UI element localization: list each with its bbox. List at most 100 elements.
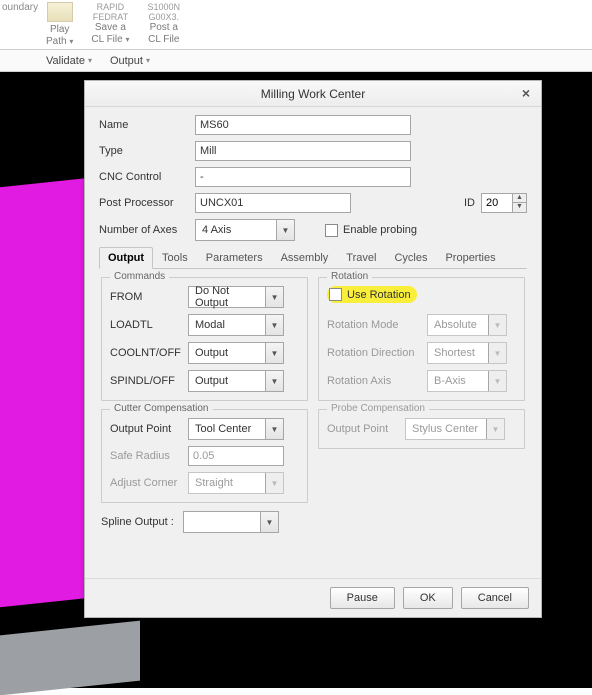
probe-output-point-value: Stylus Center (412, 423, 478, 435)
chevron-down-icon: ▼ (260, 512, 278, 532)
coolnt-combo[interactable]: Output ▼ (188, 342, 284, 364)
loadtl-value: Modal (195, 319, 225, 331)
chevron-down-icon: ▼ (488, 371, 506, 391)
rotation-direction-label: Rotation Direction (327, 347, 427, 359)
ribbon-label: Save aCL File ▾ (91, 22, 129, 46)
from-label: FROM (110, 291, 188, 303)
axes-combo[interactable]: 4 Axis ▼ (195, 219, 295, 241)
highlight-annotation: Use Rotation (327, 286, 417, 303)
adjust-corner-label: Adjust Corner (110, 477, 188, 489)
model-geometry (0, 621, 140, 695)
loadtl-combo[interactable]: Modal ▼ (188, 314, 284, 336)
rotation-mode-combo: Absolute ▼ (427, 314, 507, 336)
id-spinner[interactable]: ▲ ▼ (481, 193, 527, 213)
rotation-direction-value: Shortest (434, 347, 475, 359)
ribbon-play-path[interactable]: PlayPath ▾ (46, 2, 73, 49)
play-path-icon (47, 2, 73, 22)
menu-validate[interactable]: Validate▾ (46, 55, 92, 67)
post-processor-input[interactable] (195, 193, 351, 213)
dialog-button-bar: Pause OK Cancel (85, 578, 541, 617)
loadtl-label: LOADTL (110, 319, 188, 331)
ribbon-label: PlayPath ▾ (46, 24, 73, 48)
spline-output-combo[interactable]: ▼ (183, 511, 279, 533)
tab-tools[interactable]: Tools (153, 247, 197, 268)
output-point-label: Output Point (110, 423, 188, 435)
tab-strip: Output Tools Parameters Assembly Travel … (99, 247, 527, 269)
tab-output[interactable]: Output (99, 247, 153, 269)
name-label: Name (99, 119, 195, 131)
coolnt-value: Output (195, 347, 228, 359)
dialog-body: Name Type CNC Control Post Processor ID … (85, 107, 541, 578)
chevron-down-icon: ▼ (276, 220, 294, 240)
tab-output-pane: Commands FROM Do Not Output ▼ LOADTL Mod (99, 269, 527, 541)
output-point-combo[interactable]: Tool Center ▼ (188, 418, 284, 440)
ribbon-post-cl-file[interactable]: S1000NG00X3. Post aCL File (147, 2, 180, 49)
chevron-down-icon: ▼ (486, 419, 504, 439)
menu-output[interactable]: Output▾ (110, 55, 150, 67)
checkbox-icon (329, 288, 342, 301)
chevron-down-icon: ▼ (265, 343, 283, 363)
ribbon-save-cl-file[interactable]: RAPIDFEDRAT Save aCL File ▾ (91, 2, 129, 49)
chevron-down-icon: ▼ (265, 419, 283, 439)
chevron-down-icon: ▾ (146, 56, 150, 65)
spin-up-icon[interactable]: ▲ (513, 194, 526, 203)
rotation-mode-value: Absolute (434, 319, 477, 331)
chevron-down-icon: ▼ (265, 315, 283, 335)
tab-assembly[interactable]: Assembly (272, 247, 338, 268)
use-rotation-checkbox[interactable]: Use Rotation (329, 288, 411, 301)
rotation-direction-combo: Shortest ▼ (427, 342, 507, 364)
cutter-comp-fieldset: Cutter Compensation Output Point Tool Ce… (101, 409, 308, 503)
ok-button[interactable]: OK (403, 587, 453, 609)
use-rotation-label: Use Rotation (347, 289, 411, 301)
spline-output-label: Spline Output : (101, 516, 183, 528)
chevron-down-icon: ▼ (265, 473, 283, 493)
coolnt-label: COOLNT/OFF (110, 347, 188, 359)
spin-down-icon[interactable]: ▼ (513, 203, 526, 212)
safe-radius-label: Safe Radius (110, 450, 188, 462)
spindl-combo[interactable]: Output ▼ (188, 370, 284, 392)
ribbon: oundary PlayPath ▾ RAPIDFEDRAT Save aCL … (0, 0, 592, 50)
checkbox-icon (325, 224, 338, 237)
probe-output-point-label: Output Point (327, 423, 405, 435)
chevron-down-icon: ▼ (265, 287, 283, 307)
name-input[interactable] (195, 115, 411, 135)
enable-probing-checkbox[interactable]: Enable probing (325, 224, 417, 237)
probe-comp-fieldset: Probe Compensation Output Point Stylus C… (318, 409, 525, 449)
from-combo[interactable]: Do Not Output ▼ (188, 286, 284, 308)
ribbon-label: Post aCL File (148, 22, 179, 46)
post-processor-label: Post Processor (99, 197, 195, 209)
probe-output-point-combo: Stylus Center ▼ (405, 418, 505, 440)
cnc-control-label: CNC Control (99, 171, 195, 183)
adjust-corner-combo: Straight ▼ (188, 472, 284, 494)
id-label: ID (464, 197, 475, 209)
ribbon-caption: RAPIDFEDRAT (93, 2, 128, 22)
rotation-mode-label: Rotation Mode (327, 319, 427, 331)
spindl-label: SPINDL/OFF (110, 375, 188, 387)
tab-travel[interactable]: Travel (337, 247, 385, 268)
adjust-corner-value: Straight (195, 477, 233, 489)
tab-cycles[interactable]: Cycles (385, 247, 436, 268)
rotation-axis-combo: B-Axis ▼ (427, 370, 507, 392)
close-button[interactable]: × (517, 85, 535, 101)
axes-value: 4 Axis (202, 224, 231, 236)
axes-label: Number of Axes (99, 224, 195, 236)
tab-parameters[interactable]: Parameters (197, 247, 272, 268)
dialog-titlebar: Milling Work Center × (85, 81, 541, 107)
type-label: Type (99, 145, 195, 157)
pause-button[interactable]: Pause (330, 587, 395, 609)
probe-comp-legend: Probe Compensation (327, 403, 429, 414)
rotation-fieldset: Rotation Use Rotation Rotation Mode (318, 277, 525, 401)
ribbon-caption: S1000NG00X3. (147, 2, 180, 22)
rotation-legend: Rotation (327, 271, 372, 282)
safe-radius-input (188, 446, 284, 466)
id-input[interactable] (482, 194, 512, 212)
cnc-control-input[interactable] (195, 167, 411, 187)
chevron-down-icon: ▼ (265, 371, 283, 391)
from-value: Do Not Output (195, 285, 265, 309)
cancel-button[interactable]: Cancel (461, 587, 529, 609)
rotation-axis-value: B-Axis (434, 375, 466, 387)
tab-properties[interactable]: Properties (436, 247, 504, 268)
type-input[interactable] (195, 141, 411, 161)
chevron-down-icon: ▼ (488, 315, 506, 335)
boundary-label: oundary (2, 2, 38, 13)
